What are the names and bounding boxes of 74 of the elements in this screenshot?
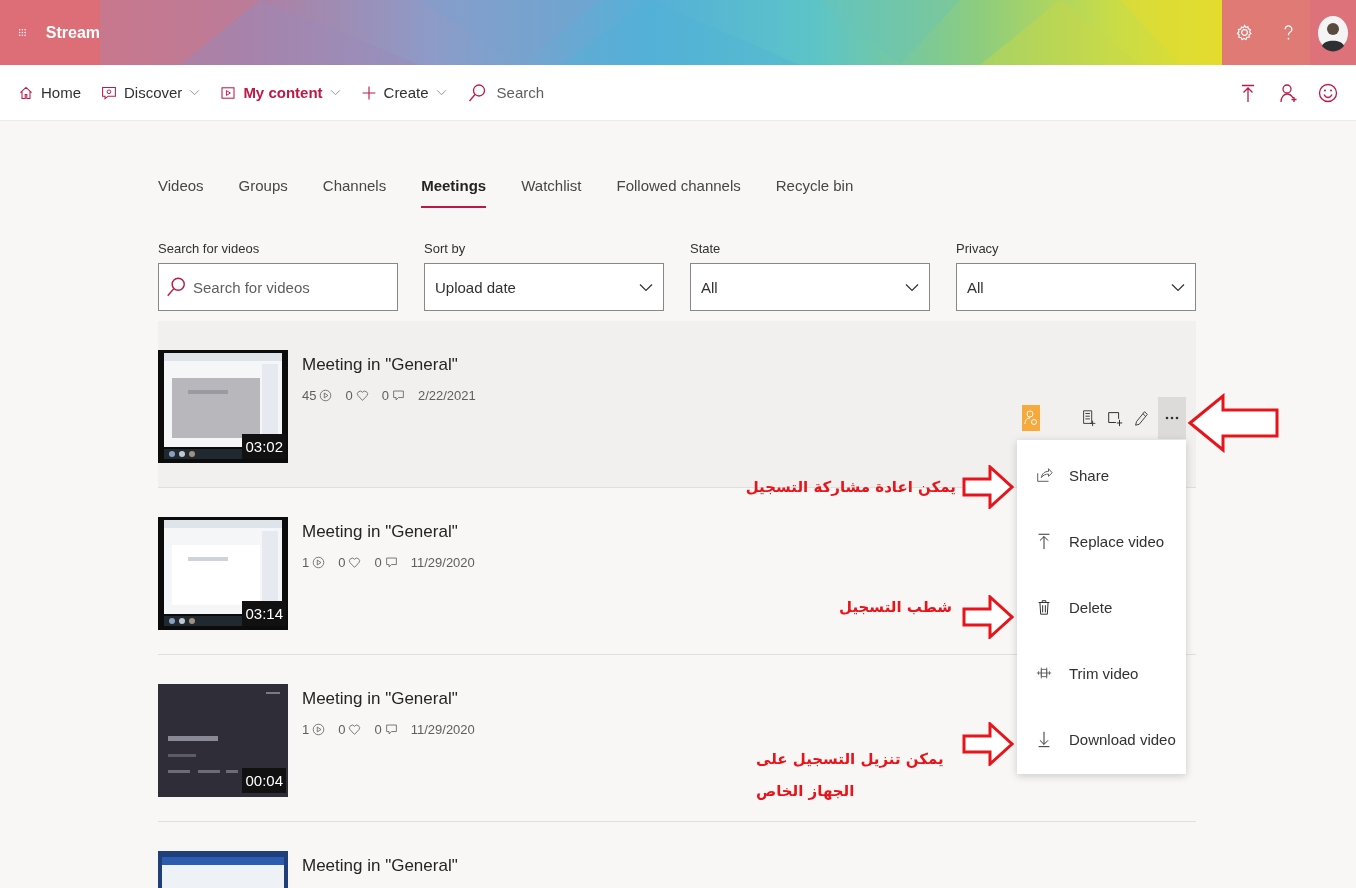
like-count: 0 (338, 555, 346, 570)
view-count: 1 (302, 555, 310, 570)
comment-icon (384, 556, 398, 569)
dropdown[interactable]: All (956, 263, 1196, 311)
video-duration: 03:02 (242, 434, 286, 459)
search-icon (165, 276, 187, 298)
annotation-text: يمكن تنزيل التسجيل على الجهاز الخاص (756, 749, 945, 802)
dropdown[interactable]: Upload date (424, 263, 664, 311)
video-title[interactable]: Meeting in "General" (302, 355, 476, 375)
filter-label: State (690, 241, 722, 256)
annotation-text: شطب التسجيل (839, 598, 952, 616)
view-count: 45 (302, 388, 317, 403)
menu-item[interactable]: Download video (1017, 706, 1186, 772)
search-icon[interactable] (466, 82, 487, 103)
play-circle-icon (312, 723, 326, 736)
restricted-person-icon (1022, 405, 1040, 431)
upload-date: 11/29/2020 (410, 722, 475, 737)
share-icon (1035, 466, 1053, 484)
view-count: 1 (302, 722, 310, 737)
play-icon (220, 84, 237, 101)
nav-item[interactable]: Home (18, 84, 81, 101)
heart-icon (348, 556, 362, 569)
upload-date: 2/22/2021 (417, 388, 476, 403)
nav-item[interactable]: Discover (101, 84, 201, 101)
tab[interactable]: Recycle bin (775, 177, 854, 208)
like-count: 0 (345, 388, 353, 403)
comment-icon (391, 389, 405, 402)
plus-icon (360, 84, 377, 101)
chevron-down-icon (639, 282, 653, 292)
invite-person-icon[interactable] (1278, 82, 1298, 103)
tab[interactable]: Meetings (421, 177, 487, 208)
chevron-down-icon (905, 282, 919, 292)
tab[interactable]: Videos (158, 177, 204, 208)
video-title[interactable]: Meeting in "General" (302, 689, 475, 709)
chevron-down-icon (1171, 282, 1185, 292)
comment-count: 0 (374, 722, 382, 737)
play-circle-icon (312, 556, 326, 569)
like-count: 0 (338, 722, 346, 737)
search-field[interactable]: Search for videos (158, 263, 398, 311)
heart-icon (348, 723, 362, 736)
search-field[interactable]: Search (496, 84, 617, 101)
nav-item[interactable]: Create (360, 84, 447, 101)
video-duration: 00:04 (242, 768, 286, 793)
video-title[interactable]: Meeting in "General" (302, 856, 458, 876)
comment-count: 0 (374, 555, 382, 570)
video-duration: 03:14 (242, 601, 286, 626)
filter-label: Search for videos (158, 241, 261, 256)
discover-icon (101, 84, 117, 101)
video-title[interactable]: Meeting in "General" (302, 522, 475, 542)
tab[interactable]: Watchlist (521, 177, 582, 208)
feedback-smiley-icon[interactable] (1318, 82, 1338, 103)
menu-item[interactable]: Delete (1017, 574, 1186, 640)
pencil-icon[interactable] (1132, 409, 1150, 427)
heart-icon (355, 389, 369, 402)
comment-count: 0 (381, 388, 389, 403)
dropdown[interactable]: All (690, 263, 930, 311)
callout-arrow (962, 465, 1014, 509)
nav-item[interactable]: My content (220, 84, 341, 101)
video-row[interactable]: Meeting in "General" (158, 822, 1196, 888)
add-to-list-icon[interactable] (1080, 409, 1098, 427)
tab[interactable]: Channels (322, 177, 387, 208)
settings-icon (1234, 23, 1254, 42)
menu-item[interactable]: Replace video (1017, 508, 1186, 574)
filter-label: Privacy (956, 241, 1000, 256)
play-circle-icon (319, 389, 333, 402)
tab[interactable]: Groups (238, 177, 288, 208)
callout-arrow (962, 722, 1014, 766)
filter-label: Sort by (424, 241, 467, 256)
ellipsis-icon (1165, 416, 1179, 420)
upload-date: 11/29/2020 (410, 555, 475, 570)
home-icon (18, 84, 34, 101)
callout-arrow (962, 595, 1014, 639)
comment-icon (384, 723, 398, 736)
tab[interactable]: Followed channels (616, 177, 741, 208)
